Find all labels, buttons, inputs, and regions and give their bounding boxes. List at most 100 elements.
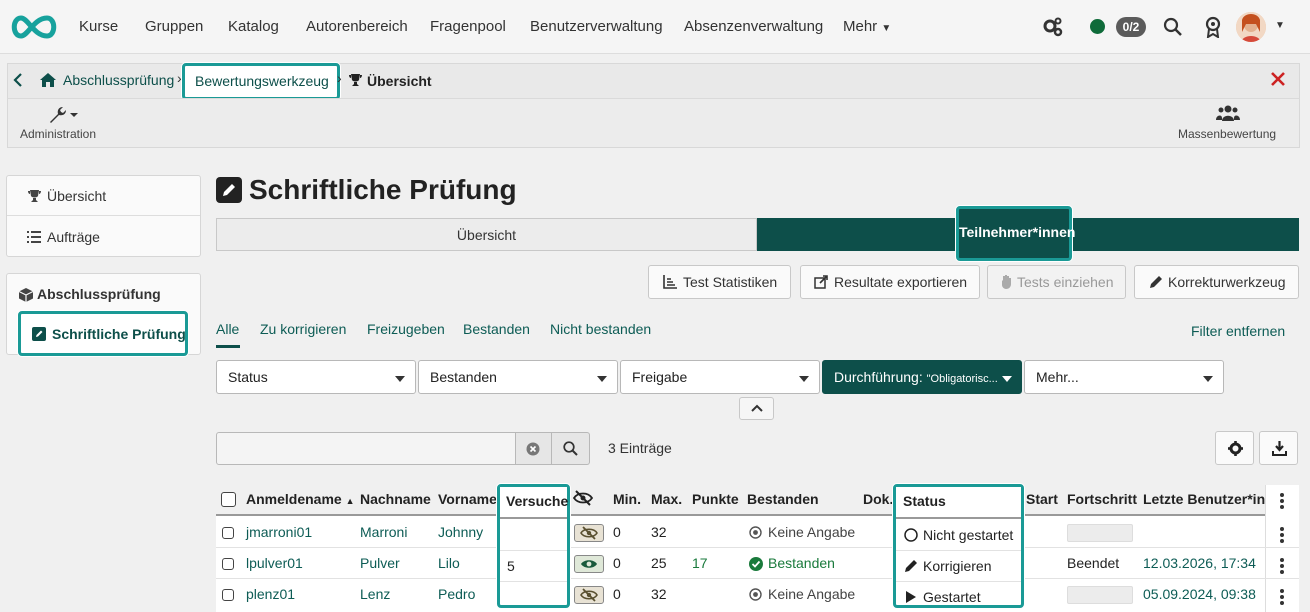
cell-username[interactable]: plenz01	[246, 579, 295, 610]
download-button[interactable]	[1259, 431, 1298, 465]
cell-firstname[interactable]: Johnny	[438, 517, 483, 548]
session-counter-badge[interactable]: 0/2	[1116, 17, 1146, 37]
cell-username[interactable]: jmarroni01	[246, 517, 312, 548]
nav-absenzenverwaltung[interactable]: Absenzenverwaltung	[684, 0, 823, 54]
cell-min: 0	[613, 555, 621, 571]
filter-tab-alle[interactable]: Alle	[216, 321, 239, 337]
col-bestanden[interactable]: Bestanden	[747, 491, 819, 507]
visibility-visible-icon[interactable]	[574, 555, 604, 573]
col-punkte[interactable]: Punkte	[692, 491, 739, 507]
gears-icon[interactable]	[1042, 17, 1064, 37]
filter-tab-nicht-bestanden[interactable]: Nicht bestanden	[550, 321, 651, 337]
bestanden-filter-select[interactable]: Bestanden	[418, 360, 618, 394]
test-statistiken-button[interactable]: Test Statistiken	[648, 265, 791, 299]
online-status-icon[interactable]	[1090, 19, 1105, 34]
search-input[interactable]	[216, 432, 516, 465]
eye-slash-icon[interactable]	[573, 490, 593, 506]
wrench-icon[interactable]	[48, 105, 78, 125]
cell-lastuser[interactable]: 05.09.2024, 09:38	[1143, 579, 1256, 610]
nav-kurse[interactable]: Kurse	[79, 0, 118, 54]
cell-passed: Bestanden	[768, 555, 835, 571]
sidebar-item-schriftliche-pruefung[interactable]: Schriftliche Prüfung	[18, 311, 188, 356]
chevron-up-icon	[751, 403, 763, 413]
kebab-menu-icon[interactable]	[1280, 491, 1284, 511]
tests-einziehen-button[interactable]: Tests einziehen	[987, 265, 1126, 299]
mehr-filter-select[interactable]: Mehr...	[1024, 360, 1224, 394]
breadcrumb-tool[interactable]: Bewertungswerkzeug	[195, 73, 329, 89]
home-icon[interactable]	[39, 72, 57, 88]
cell-firstname[interactable]: Pedro	[438, 579, 475, 610]
search-icon[interactable]	[1163, 17, 1183, 37]
col-fortschritt[interactable]: Fortschritt	[1067, 491, 1137, 507]
nav-katalog[interactable]: Katalog	[228, 0, 279, 54]
administration-label[interactable]: Administration	[20, 127, 96, 141]
sidebar-item-uebersicht[interactable]: Übersicht	[7, 176, 200, 216]
status-filter-select[interactable]: Status	[216, 360, 416, 394]
export-icon	[814, 275, 829, 289]
filter-tab-bestanden[interactable]: Bestanden	[463, 321, 530, 337]
cell-firstname[interactable]: Lilo	[438, 548, 460, 579]
award-icon[interactable]	[1204, 16, 1222, 38]
cell-lastname[interactable]: Pulver	[360, 548, 400, 579]
cube-icon	[19, 288, 33, 302]
col-max[interactable]: Max.	[651, 491, 682, 507]
col-status[interactable]: Status	[903, 493, 946, 509]
col-letzte-benutzer[interactable]: Letzte Benutzer*in	[1143, 491, 1265, 507]
korrekturwerkzeug-button[interactable]: Korrekturwerkzeug	[1134, 265, 1299, 299]
nav-gruppen[interactable]: Gruppen	[145, 0, 203, 54]
cell-lastname[interactable]: Marroni	[360, 517, 407, 548]
row-checkbox[interactable]	[222, 558, 234, 570]
table-settings-button[interactable]	[1215, 431, 1254, 465]
col-start[interactable]: Start	[1026, 491, 1058, 507]
nav-benutzerverwaltung[interactable]: Benutzerverwaltung	[530, 0, 663, 54]
col-dok[interactable]: Dok.	[863, 491, 893, 507]
row-checkbox[interactable]	[222, 589, 234, 601]
nav-autorenbereich[interactable]: Autorenbereich	[306, 0, 408, 54]
openolat-logo[interactable]	[8, 14, 60, 40]
avatar[interactable]	[1236, 12, 1266, 42]
tab-teilnehmer[interactable]: Teilnehmer*innen	[956, 206, 1075, 261]
breadcrumb-home[interactable]: Abschlussprüfung	[63, 72, 174, 88]
nav-mehr-label: Mehr	[843, 18, 878, 35]
row-kebab-menu-icon[interactable]	[1280, 525, 1284, 545]
filter-entfernen-link[interactable]: Filter entfernen	[1191, 323, 1285, 339]
select-all-checkbox[interactable]	[221, 492, 236, 507]
row-checkbox[interactable]	[222, 527, 234, 539]
collapse-filters-button[interactable]	[739, 397, 774, 420]
cell-lastname[interactable]: Lenz	[360, 579, 390, 610]
col-versuche[interactable]: Versuche	[506, 493, 568, 509]
progress-bar	[1067, 524, 1133, 542]
freigabe-filter-select[interactable]: Freigabe	[620, 360, 820, 394]
filter-tab-zu-korrigieren[interactable]: Zu korrigieren	[260, 321, 346, 337]
visibility-hidden-icon[interactable]	[574, 524, 604, 542]
search-button[interactable]	[552, 432, 590, 465]
nav-fragenpool[interactable]: Fragenpool	[430, 0, 506, 54]
close-icon[interactable]	[1270, 71, 1286, 87]
col-min[interactable]: Min.	[613, 491, 641, 507]
col-nachname[interactable]: Nachname	[360, 491, 431, 507]
massenbewertung-label[interactable]: Massenbewertung	[1178, 127, 1276, 141]
users-icon[interactable]	[1216, 104, 1240, 122]
col-label: Anmeldename	[246, 491, 342, 507]
visibility-hidden-icon[interactable]	[574, 586, 604, 604]
col-anmeldename[interactable]: Anmeldename ▲	[246, 491, 355, 507]
sidebar-item-auftraege[interactable]: Aufträge	[7, 217, 200, 257]
col-vorname[interactable]: Vorname	[438, 491, 497, 507]
filter-tab-freizugeben[interactable]: Freizugeben	[367, 321, 445, 337]
nav-mehr[interactable]: Mehr ▼	[843, 0, 891, 54]
cell-username[interactable]: lpulver01	[246, 548, 303, 579]
durchfuehrung-filter-select[interactable]: Durchführung: "Obligatorisc...	[822, 360, 1022, 394]
cell-lastuser[interactable]: 12.03.2026, 17:34	[1143, 548, 1256, 579]
clear-search-button[interactable]	[516, 432, 552, 465]
sidebar-group-title[interactable]: Abschlussprüfung	[37, 286, 161, 302]
select-value: Mehr...	[1036, 369, 1079, 385]
trophy-icon	[348, 73, 363, 87]
row-kebab-menu-icon[interactable]	[1280, 556, 1284, 576]
tab-uebersicht[interactable]: Übersicht	[216, 218, 757, 251]
user-menu-chevron-icon[interactable]: ▼	[1275, 20, 1285, 31]
resultate-exportieren-button[interactable]: Resultate exportieren	[800, 265, 980, 299]
row-kebab-menu-icon[interactable]	[1280, 587, 1284, 607]
cell-max: 32	[651, 586, 667, 602]
button-label: Korrekturwerkzeug	[1168, 274, 1286, 290]
back-chevron-icon[interactable]	[12, 72, 24, 88]
